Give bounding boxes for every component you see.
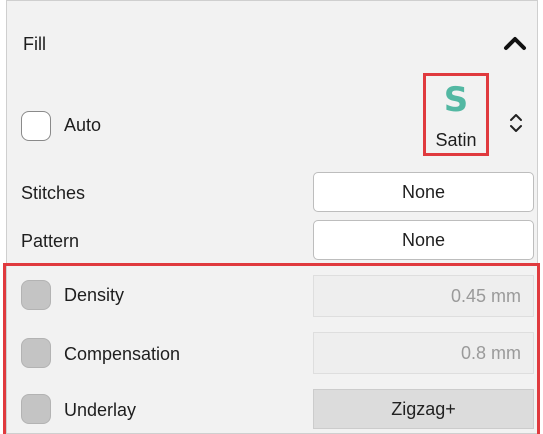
chevron-up-icon[interactable] — [502, 30, 528, 56]
density-checkbox[interactable] — [21, 280, 51, 310]
stitch-type-label: Satin — [435, 130, 477, 150]
pattern-label: Pattern — [21, 231, 80, 251]
auto-label: Auto — [64, 115, 102, 135]
stitches-label: Stitches — [21, 183, 86, 203]
compensation-checkbox[interactable] — [21, 338, 51, 368]
underlay-dropdown[interactable]: Zigzag+ — [313, 389, 534, 429]
density-label: Density — [64, 285, 125, 305]
compensation-field[interactable]: 0.8 mm — [313, 332, 534, 374]
section-title: Fill — [23, 34, 46, 54]
density-field[interactable]: 0.45 mm — [313, 275, 534, 317]
stitch-type-button[interactable]: S Satin — [423, 73, 489, 156]
underlay-label: Underlay — [64, 400, 137, 420]
auto-checkbox[interactable] — [21, 111, 51, 141]
stitches-button[interactable]: None — [313, 172, 534, 212]
underlay-checkbox[interactable] — [21, 394, 51, 424]
satin-stitch-icon: S — [443, 80, 469, 120]
spin-up-down-icon[interactable] — [508, 110, 524, 136]
compensation-label: Compensation — [64, 344, 181, 364]
pattern-button[interactable]: None — [313, 220, 534, 260]
